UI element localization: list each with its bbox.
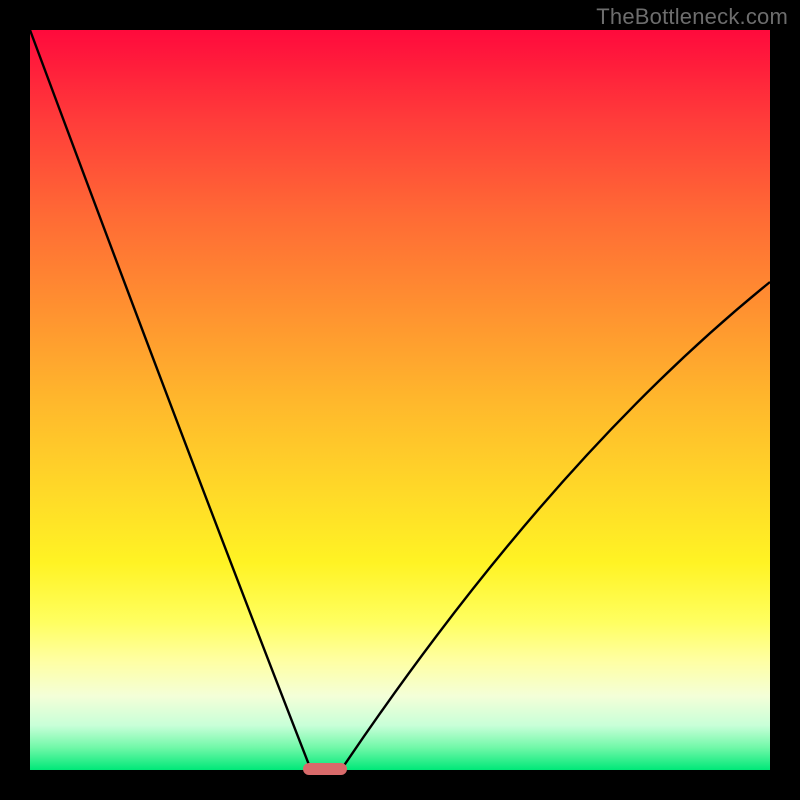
optimal-range-marker — [303, 763, 347, 775]
curve-left-branch — [30, 30, 311, 770]
watermark-text: TheBottleneck.com — [596, 4, 788, 30]
bottleneck-curve — [30, 30, 770, 770]
plot-area — [30, 30, 770, 770]
curve-right-branch — [341, 282, 770, 770]
chart-frame: TheBottleneck.com — [0, 0, 800, 800]
